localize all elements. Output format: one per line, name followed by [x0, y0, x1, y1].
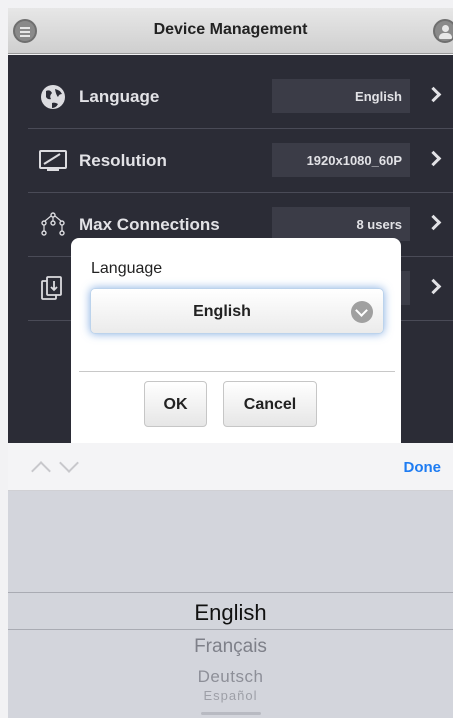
picker-selection-top-line	[8, 592, 453, 593]
chevron-right-icon	[425, 86, 442, 103]
settings-row-label: Language	[79, 87, 160, 106]
page-title: Device Management	[153, 21, 308, 38]
picker-selection-bottom-line	[8, 629, 453, 630]
picker-option-faded	[8, 702, 453, 715]
cancel-button[interactable]: Cancel	[223, 381, 317, 427]
picker-option[interactable]: Français	[8, 636, 453, 658]
settings-row-resolution[interactable]: Resolution 1920x1080_60P	[28, 129, 453, 193]
picker-option[interactable]: Deutsch	[8, 667, 453, 687]
chevron-down-icon	[351, 301, 373, 323]
language-select-value: English	[193, 303, 251, 320]
settings-row-label: Resolution	[79, 151, 167, 170]
chevron-right-icon	[425, 214, 442, 231]
top-bar: Device Management	[8, 8, 453, 54]
previous-field-arrow-icon[interactable]	[31, 461, 51, 481]
picker-option[interactable]: Español	[8, 688, 453, 703]
picker-option-selected[interactable]: English	[8, 600, 453, 626]
language-select[interactable]: English	[90, 288, 384, 334]
settings-row-language[interactable]: Language English	[28, 65, 453, 129]
import-icon	[41, 276, 62, 300]
keyboard-accessory-bar: Done	[8, 443, 453, 491]
dialog-divider	[79, 371, 395, 372]
next-field-arrow-icon[interactable]	[59, 453, 79, 473]
settings-row-value[interactable]: 8 users	[272, 207, 410, 241]
chevron-right-icon	[425, 150, 442, 167]
user-icon[interactable]	[433, 19, 453, 43]
language-dialog: Language English OK Cancel	[71, 238, 401, 443]
dialog-label: Language	[91, 260, 163, 277]
settings-row-value[interactable]: English	[272, 79, 410, 113]
ok-button[interactable]: OK	[144, 381, 207, 427]
done-button[interactable]: Done	[404, 459, 442, 476]
language-picker[interactable]: English Français Deutsch Español	[8, 491, 453, 718]
settings-row-label: Max Connections	[79, 215, 220, 234]
globe-icon	[41, 85, 65, 109]
chevron-right-icon	[425, 278, 442, 295]
settings-row-value[interactable]: 1920x1080_60P	[272, 143, 410, 177]
monitor-icon	[39, 150, 67, 171]
network-icon	[41, 212, 65, 236]
